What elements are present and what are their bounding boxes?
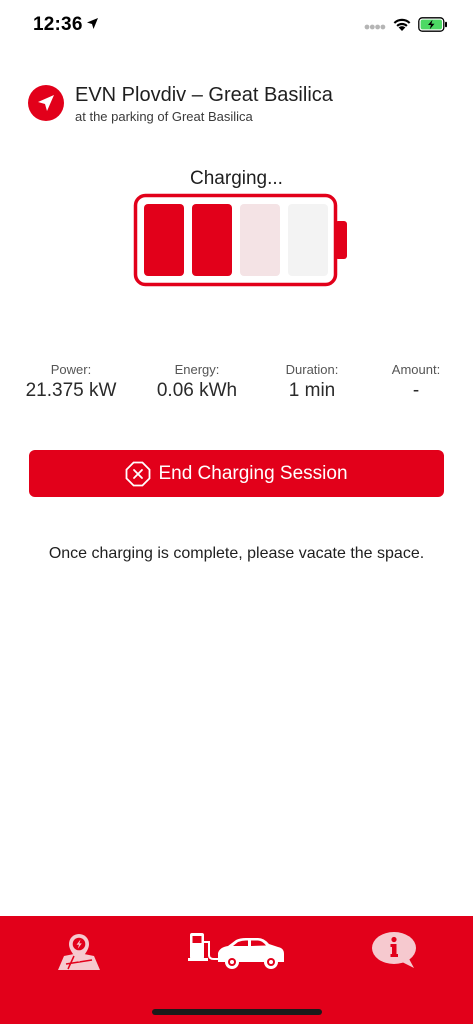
stat-energy: Energy: 0.06 kWh: [157, 362, 237, 402]
battery-segment: [192, 204, 232, 276]
charging-status-label: Charging...: [190, 168, 283, 189]
location-arrow-icon: [87, 18, 98, 29]
battery-segment: [144, 204, 184, 276]
battery-segment: [288, 204, 328, 276]
status-bar: 12:36: [0, 0, 473, 50]
charging-stats: Power: 21.375 kW Energy: 0.06 kWh Durati…: [0, 362, 473, 406]
stat-value: 21.375 kW: [25, 380, 117, 401]
station-address: at the parking of Great Basilica: [75, 109, 253, 124]
tab-charging-session[interactable]: [188, 928, 286, 972]
charging-map-icon: [58, 934, 100, 970]
stat-label: Power:: [50, 362, 92, 377]
home-indicator[interactable]: [152, 1009, 322, 1015]
info-bubble-icon: [372, 932, 416, 968]
navigation-arrow-glyph: [38, 95, 54, 111]
stat-label: Amount:: [391, 362, 441, 377]
tab-info[interactable]: [370, 930, 418, 970]
stat-value: -: [412, 380, 420, 401]
battery-level-graphic: [133, 193, 347, 287]
stat-duration: Duration: 1 min: [286, 362, 339, 402]
stat-label: Duration:: [285, 362, 339, 377]
stat-power: Power: 21.375 kW: [26, 362, 117, 402]
end-charging-session-label: End Charging Session: [158, 462, 348, 484]
bottom-tab-bar: [0, 916, 473, 1024]
battery-segment: [240, 204, 280, 276]
stat-amount: Amount: -: [392, 362, 440, 402]
signal-dots-icon: [364, 24, 386, 30]
navigation-arrow-icon[interactable]: [28, 85, 64, 121]
stat-value: 0.06 kWh: [156, 380, 238, 401]
station-name: EVN Plovdiv – Great Basilica: [75, 84, 333, 106]
vacate-note: Once charging is complete, please vacate…: [48, 545, 425, 562]
stat-value: 1 min: [288, 380, 336, 401]
status-time: 12:36: [33, 14, 83, 35]
end-charging-session-button[interactable]: End Charging Session: [29, 450, 444, 497]
stat-label: Energy:: [174, 362, 220, 377]
tab-map[interactable]: [54, 932, 104, 972]
wifi-icon: [393, 18, 411, 31]
charging-car-icon: [188, 933, 284, 969]
battery-charging-icon: [418, 17, 447, 32]
stop-octagon-icon: [126, 461, 151, 486]
